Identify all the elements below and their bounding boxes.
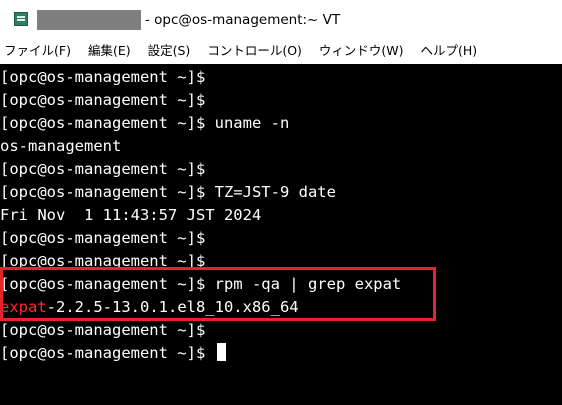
terminal-line: [opc@os-management ~]$	[0, 229, 206, 247]
terminal-line: [opc@os-management ~]$	[0, 160, 206, 178]
annotation-highlight-box	[0, 267, 436, 321]
menu-setup[interactable]: 設定(S)	[148, 38, 191, 64]
terminal-line: [opc@os-management ~]$	[0, 68, 206, 86]
terminal-line: Fri Nov 1 11:43:57 JST 2024	[0, 206, 262, 224]
title-bar[interactable]: - opc@os-management:~ VT	[0, 0, 562, 38]
terminal-screen[interactable]: [opc@os-management ~]$ [opc@os-managemen…	[0, 64, 562, 405]
terminal-prompt: [opc@os-management ~]$	[0, 344, 215, 362]
terminal-line: os-management	[0, 137, 122, 155]
menu-bar: ファイル(F) 編集(E) 設定(S) コントロール(O) ウィンドウ(W) ヘ…	[0, 38, 562, 64]
menu-help[interactable]: ヘルプ(H)	[421, 38, 478, 64]
menu-file[interactable]: ファイル(F)	[4, 38, 71, 64]
terminal-line: [opc@os-management ~]$ TZ=JST-9 date	[0, 183, 336, 201]
menu-control[interactable]: コントロール(O)	[207, 38, 302, 64]
menu-window[interactable]: ウィンドウ(W)	[319, 38, 404, 64]
terminal-line: [opc@os-management ~]$	[0, 321, 206, 339]
window-title: - opc@os-management:~ VT	[145, 12, 341, 28]
text-cursor	[216, 343, 226, 361]
terminal-window: - opc@os-management:~ VT ファイル(F) 編集(E) 設…	[0, 0, 562, 405]
terminal-line: [opc@os-management ~]$ uname -n	[0, 114, 290, 132]
menu-edit[interactable]: 編集(E)	[88, 38, 131, 64]
terminal-line: [opc@os-management ~]$	[0, 91, 206, 109]
terminal-prompt-line: [opc@os-management ~]$	[0, 342, 226, 364]
redacted-hostname-block	[37, 10, 141, 30]
teraterm-app-icon[interactable]	[14, 12, 28, 26]
